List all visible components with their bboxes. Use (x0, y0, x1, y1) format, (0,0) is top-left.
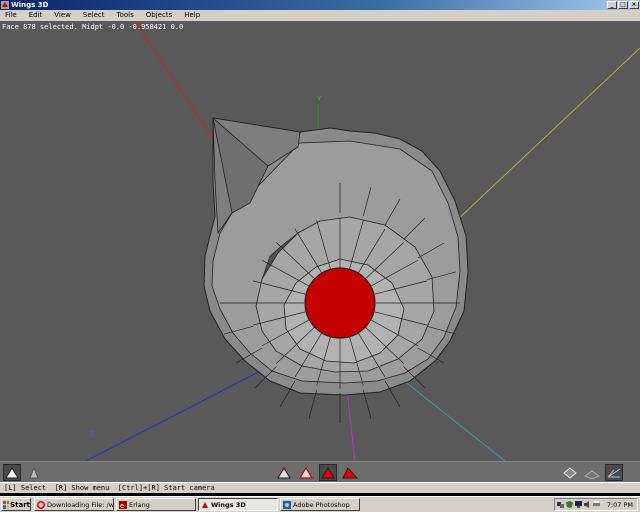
status-bar: [L] Select [R] Show menu [Ctrl]+[R] Star… (0, 482, 640, 493)
axes-icon (607, 468, 621, 477)
wireframe-edge (308, 389, 318, 420)
face-mode-button[interactable] (319, 464, 337, 481)
maximize-button[interactable]: □ (618, 1, 628, 9)
axes-toggle-button[interactable] (605, 464, 623, 481)
printer-icon[interactable] (593, 501, 600, 508)
flat-shade-button[interactable] (25, 464, 43, 481)
face-select-icon (321, 466, 335, 478)
network-icon[interactable] (557, 501, 564, 508)
menu-help[interactable]: Help (179, 10, 207, 21)
task-label: Adobe Photoshop (293, 500, 350, 509)
window-title: Wings 3D (11, 1, 49, 9)
wings-app-icon (1, 1, 9, 9)
cube-view-icon (563, 466, 577, 479)
edge-mode-button[interactable] (297, 464, 315, 481)
selected-face[interactable] (304, 267, 376, 339)
photoshop-icon (283, 500, 291, 509)
shield-icon[interactable] (566, 501, 573, 508)
task-wings-3d[interactable]: Wings 3D (198, 498, 278, 511)
menu-file[interactable]: File (0, 10, 24, 21)
volume-icon[interactable] (584, 501, 591, 508)
erlang-icon: e (119, 500, 127, 509)
cone-shaded-icon (29, 466, 39, 478)
menu-edit[interactable]: Edit (24, 10, 50, 21)
body-select-icon (342, 466, 358, 478)
mode-toolbar (0, 461, 640, 482)
task-label: Erlang (129, 500, 150, 509)
scene-canvas[interactable]: Y Z (0, 21, 640, 461)
opera-icon (37, 500, 45, 509)
start-button[interactable]: Start (1, 498, 31, 511)
body-mode-button[interactable] (341, 464, 359, 481)
task-erlang[interactable]: e Erlang (116, 498, 196, 511)
window-titlebar: Wings 3D _ □ × (0, 0, 640, 10)
vertex-mode-button[interactable] (275, 464, 293, 481)
menu-view[interactable]: View (49, 10, 78, 21)
menu-tools[interactable]: Tools (112, 10, 141, 21)
menu-objects[interactable]: Objects (141, 10, 179, 21)
z-axis-label: Z (90, 430, 95, 438)
ground-grid-button[interactable] (583, 464, 601, 481)
status-help-text: [L] Select [R] Show menu [Ctrl]+[R] Star… (4, 484, 215, 492)
smooth-shade-button[interactable] (3, 464, 21, 481)
y-axis-label: Y (316, 95, 322, 103)
wings-icon (202, 501, 208, 508)
edge-select-icon (299, 466, 313, 479)
close-button[interactable]: × (629, 1, 639, 9)
task-downloading[interactable]: Downloading File: /wings/... (34, 498, 114, 511)
start-label: Start (10, 500, 30, 509)
selection-info: Face 878 selected. Midpt -0.0 -0.958421 … (2, 23, 184, 31)
os-taskbar: Start Downloading File: /wings/... e Erl… (0, 496, 640, 512)
ortho-view-button[interactable] (561, 464, 579, 481)
3d-viewport[interactable]: Y Z Face 878 selected. Midpt -0.0 -0.958… (0, 21, 640, 461)
triangle-shaded-icon (5, 466, 19, 478)
task-photoshop[interactable]: Adobe Photoshop (280, 498, 360, 511)
monitor-icon[interactable] (575, 501, 582, 508)
vertex-select-icon (277, 466, 291, 478)
task-label: Wings 3D (211, 500, 246, 509)
menu-select[interactable]: Select (78, 10, 112, 21)
svg-text:e: e (120, 502, 124, 509)
wireframe-edge (362, 389, 372, 420)
task-label: Downloading File: /wings/... (47, 500, 114, 509)
minimize-button[interactable]: _ (607, 1, 617, 9)
clock: 7:07 PM (606, 500, 633, 509)
menu-bar: File Edit View Select Tools Objects Help (0, 10, 640, 21)
windows-logo-icon (3, 500, 10, 509)
system-tray: 7:07 PM (554, 498, 638, 511)
grid-plane-icon (584, 469, 600, 479)
